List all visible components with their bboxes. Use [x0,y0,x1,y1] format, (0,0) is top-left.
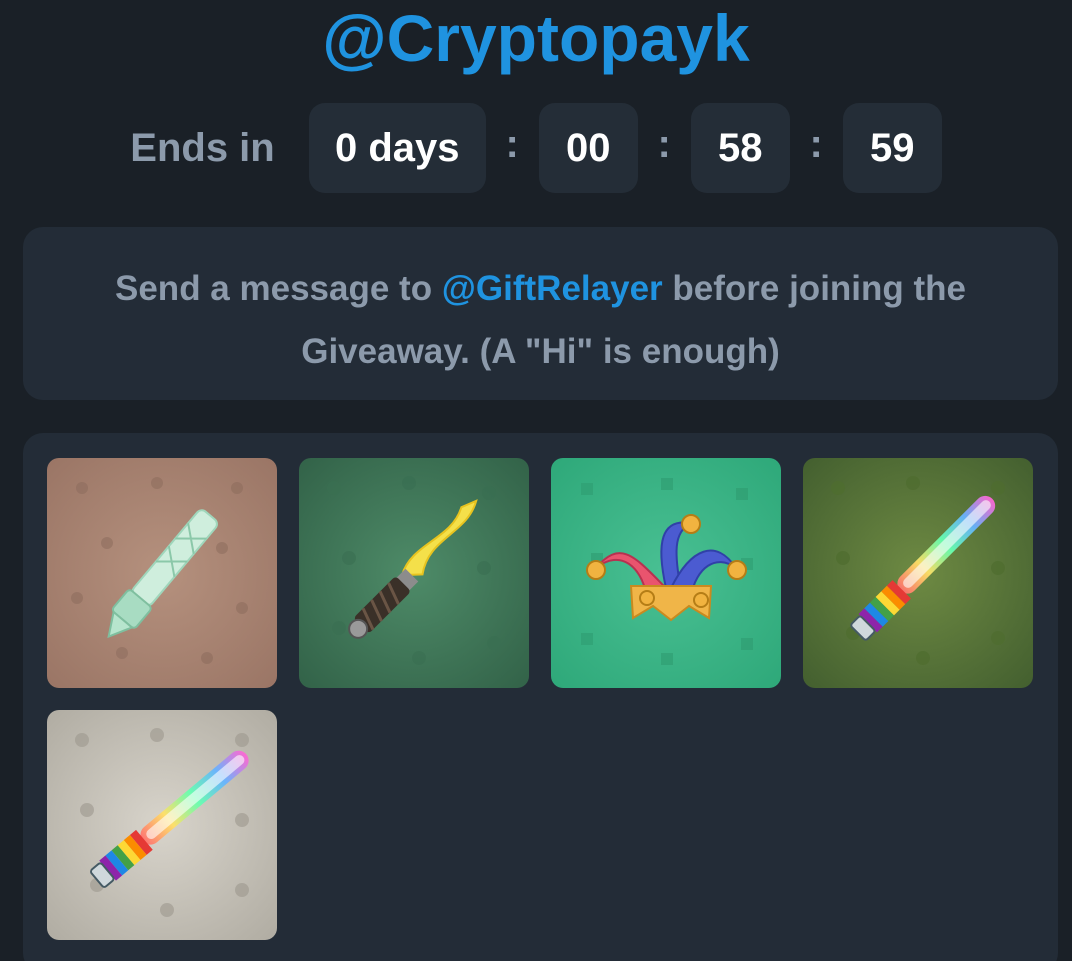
countdown-minutes: 58 [690,103,790,193]
countdown-separator: : [809,121,823,166]
countdown-days: 0 days [308,103,486,193]
gifts-grid [23,433,1058,961]
crystal-sword-icon [71,477,248,664]
notice-text-before: Send a message to [115,269,442,308]
countdown-separator: : [657,121,671,166]
countdown-seconds: 59 [842,103,942,193]
gift-card[interactable] [803,458,1033,688]
countdown-hours: 00 [538,103,638,193]
countdown-separator: : [505,121,519,166]
countdown-label: Ends in [130,125,275,170]
gift-card[interactable] [47,458,277,688]
gift-card[interactable] [47,710,277,940]
giveaway-page: @Cryptopayk Ends in 0 days : 00 : 58 : 5… [0,0,1072,961]
gift-card[interactable] [299,458,529,688]
join-instructions: Send a message to @GiftRelayer before jo… [23,227,1058,400]
countdown-timer: Ends in 0 days : 00 : 58 : 59 [0,102,1072,194]
gift-relayer-link[interactable]: @GiftRelayer [442,269,663,308]
gift-card[interactable] [551,458,781,688]
channel-handle-link[interactable]: @Cryptopayk [0,0,1072,88]
rainbow-lightsaber-icon [831,476,1005,665]
rainbow-lightsaber-icon [75,728,249,917]
jester-hat-icon [581,478,753,665]
lightning-sword-icon [327,476,501,665]
